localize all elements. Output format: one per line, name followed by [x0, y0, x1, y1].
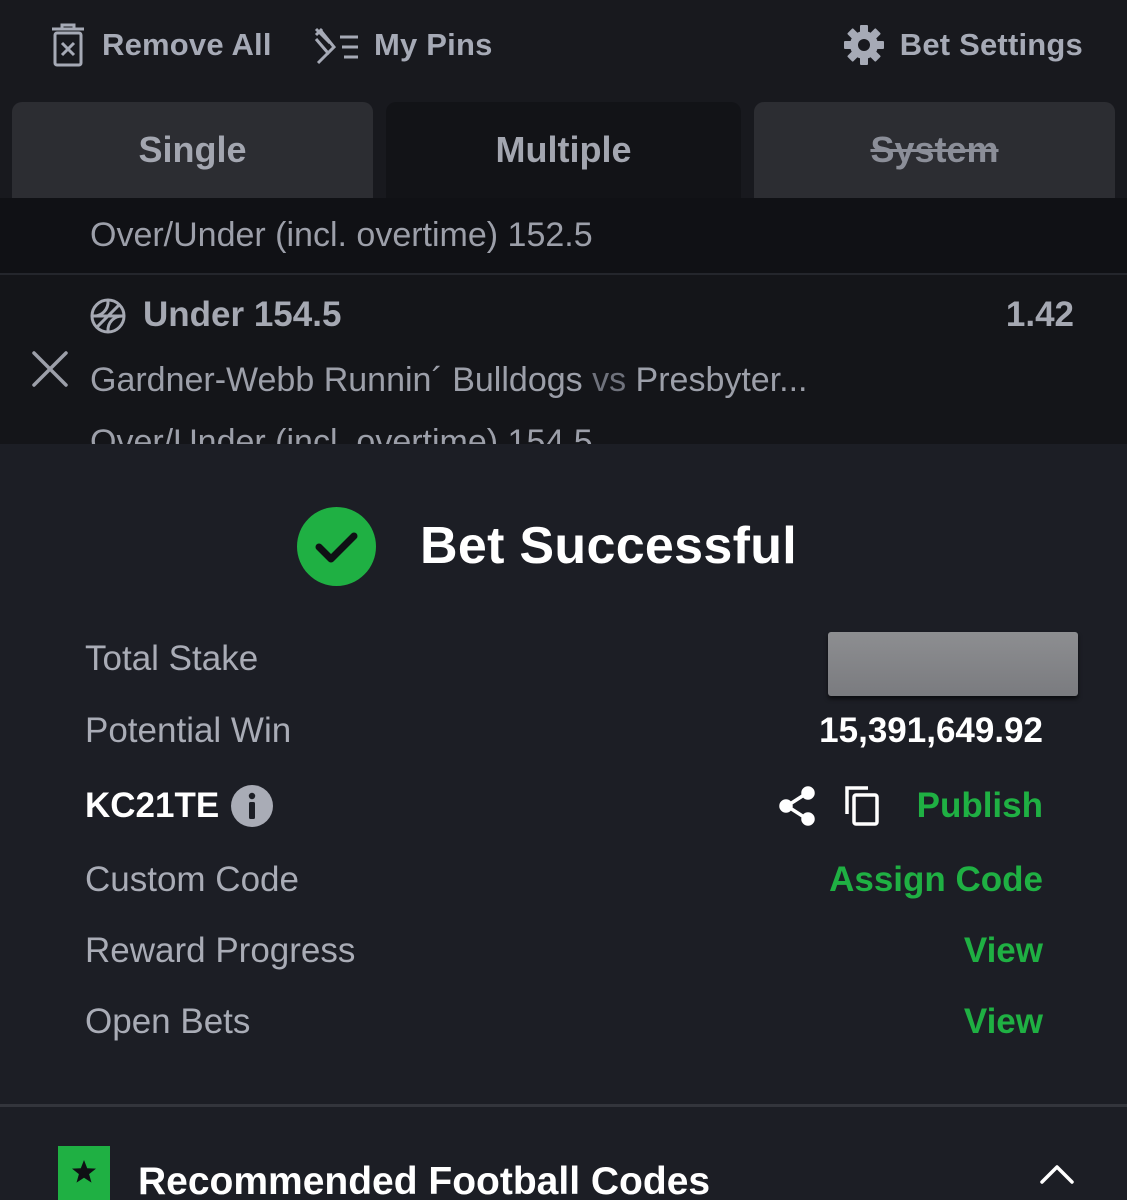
reward-progress-view-button[interactable]: View: [964, 926, 1043, 976]
code-actions: Publish: [777, 781, 1043, 831]
copy-icon[interactable]: [843, 784, 881, 828]
selection-market: Over/Under (incl. overtime) 154.5: [90, 423, 593, 444]
open-bets-view-button[interactable]: View: [964, 997, 1043, 1047]
custom-code-row: Custom Code Assign Code: [85, 855, 1043, 905]
check-circle-icon: [297, 506, 376, 586]
booking-code: KC21TE: [85, 781, 274, 831]
info-icon[interactable]: [231, 785, 274, 827]
potential-win-row: Potential Win 15,391,649.92: [85, 706, 1043, 756]
reward-progress-row: Reward Progress View: [85, 926, 1043, 976]
recommended-codes-header[interactable]: Recommended Football Codes: [58, 1146, 710, 1200]
close-icon[interactable]: [30, 349, 70, 389]
remove-all-button[interactable]: Remove All: [48, 22, 272, 68]
booking-code-row: KC21TE Publish: [85, 781, 1043, 831]
publish-button[interactable]: Publish: [917, 786, 1043, 826]
share-icon[interactable]: [777, 785, 817, 827]
selection-odds: 1.42: [1005, 295, 1074, 334]
total-stake-label: Total Stake: [85, 639, 259, 678]
betslip-toolbar: Remove All My Pins Bet Settings: [0, 0, 1127, 92]
pin-icon: [312, 25, 360, 65]
list-item: Under 154.5 1.42 Gardner-Webb Runnin´ Bu…: [0, 275, 1127, 444]
previous-market-text: Over/Under (incl. overtime) 152.5: [90, 216, 593, 254]
tab-multiple[interactable]: Multiple: [386, 102, 741, 198]
tab-single[interactable]: Single: [12, 102, 373, 198]
reward-progress-label: Reward Progress: [85, 931, 356, 970]
success-title: Bet Successful: [420, 517, 798, 575]
custom-code-label: Custom Code: [85, 860, 299, 899]
bet-type-tabs: Single Multiple System: [0, 92, 1127, 198]
success-header: Bet Successful: [297, 506, 797, 586]
vs-label: vs: [592, 361, 627, 399]
potential-win-label: Potential Win: [85, 711, 292, 750]
trash-icon: [48, 22, 88, 68]
my-pins-label: My Pins: [374, 27, 493, 62]
away-team: Presbyter...: [635, 361, 808, 399]
section-divider: [0, 1104, 1127, 1107]
potential-win-value: 15,391,649.92: [819, 711, 1043, 750]
recommended-codes-title: Recommended Football Codes: [138, 1160, 711, 1200]
bet-settings-label: Bet Settings: [899, 27, 1083, 62]
open-bets-row: Open Bets View: [85, 997, 1043, 1047]
chevron-up-icon[interactable]: [1039, 1162, 1075, 1186]
basketball-icon: [89, 297, 127, 335]
bet-success-sheet: Bet Successful Total Stake Potential Win…: [0, 444, 1127, 1200]
bet-selection-list: Over/Under (incl. overtime) 152.5 Under …: [0, 198, 1127, 444]
my-pins-button[interactable]: My Pins: [312, 22, 493, 68]
redacted-stake-value: [828, 632, 1078, 696]
bet-settings-button[interactable]: Bet Settings: [842, 22, 1083, 68]
home-team: Gardner-Webb Runnin´ Bulldogs: [90, 361, 583, 399]
selection-match: Gardner-Webb Runnin´ Bulldogs vs Presbyt…: [90, 361, 808, 400]
selection-pick: Under 154.5: [143, 295, 342, 334]
gear-icon: [842, 23, 886, 67]
booking-code-text: KC21TE: [85, 786, 220, 825]
open-bets-label: Open Bets: [85, 1002, 251, 1041]
star-icon: [58, 1146, 110, 1200]
tab-system: System: [754, 102, 1115, 198]
total-stake-row: Total Stake: [85, 632, 1078, 696]
remove-all-label: Remove All: [102, 27, 272, 62]
assign-code-button[interactable]: Assign Code: [829, 855, 1043, 905]
